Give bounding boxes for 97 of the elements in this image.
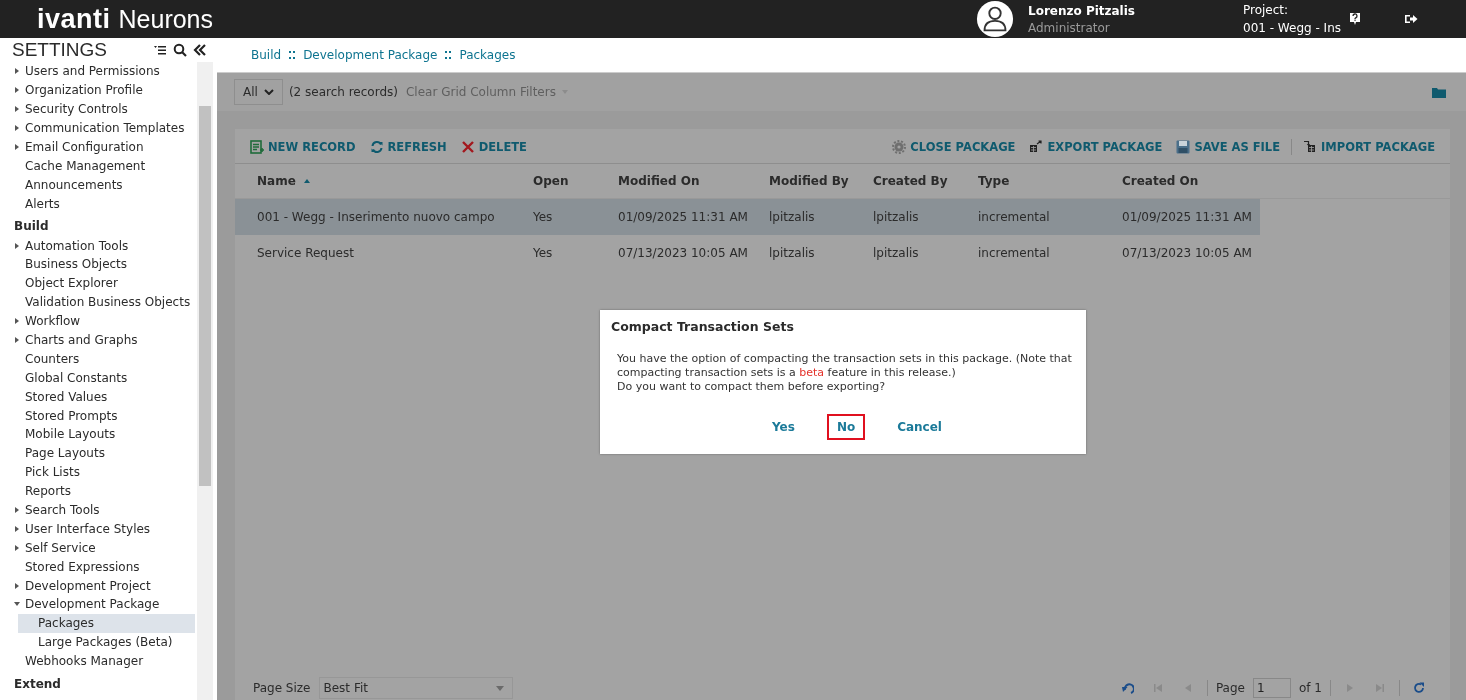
user-avatar-icon[interactable]: [976, 0, 1014, 38]
settings-title: SETTINGS: [12, 39, 108, 61]
search-icon[interactable]: [173, 43, 187, 57]
page-count: of 1: [1299, 681, 1322, 695]
sidebar-item[interactable]: Alerts: [0, 194, 197, 214]
table-cell-text: lpitzalis: [873, 210, 920, 224]
dialog-button[interactable]: Cancel: [887, 414, 952, 440]
table-cell-text: Yes: [533, 210, 554, 224]
new-record-icon[interactable]: [250, 140, 264, 154]
sidebar-item[interactable]: Global Constants: [0, 368, 197, 388]
separator-icon: [289, 49, 296, 61]
sidebar-item[interactable]: User Interface Styles: [0, 519, 197, 539]
table-cell-text: lpitzalis: [769, 246, 816, 260]
sidebar-item[interactable]: Stored Expressions: [0, 557, 197, 577]
page-label: Page: [1215, 681, 1245, 695]
column-header[interactable]: Modified On: [618, 174, 769, 188]
dialog-title: Compact Transaction Sets: [611, 319, 795, 334]
scope-dropdown[interactable]: All: [234, 79, 283, 105]
section-heading: Extend: [13, 675, 62, 693]
sidebar-item[interactable]: Organization Profile: [0, 80, 197, 100]
separator-icon: [445, 49, 452, 61]
dialog-question: Do you want to compact them before exporting?: [616, 380, 887, 394]
sidebar-item[interactable]: Mobile Layouts: [0, 425, 197, 444]
table-cell-text: lpitzalis: [769, 210, 816, 224]
project-label: Project:: [1243, 2, 1290, 19]
import-icon[interactable]: [1303, 140, 1318, 154]
table-cell-text: 01/09/2025 11:31 AM: [618, 210, 749, 224]
table-cell-text: lpitzalis: [873, 246, 920, 260]
sidebar-item[interactable]: Security Controls: [0, 99, 197, 119]
caret-icon: [495, 685, 504, 691]
table-cell-text: Service Request: [257, 246, 355, 260]
sidebar-item[interactable]: Cache Management: [0, 156, 197, 176]
sidebar-item[interactable]: Large Packages (Beta): [0, 632, 197, 652]
ivanti-neurons-logo: ivanti Neurons: [37, 3, 214, 35]
sidebar-item[interactable]: Users and Permissions: [0, 62, 197, 81]
sidebar-item[interactable]: Webhooks Manager: [0, 651, 197, 671]
sidebar-item[interactable]: Search Tools: [0, 500, 197, 520]
logout-icon[interactable]: [1404, 13, 1418, 25]
table-cell-text: 01/09/2025 11:31 AM: [1122, 210, 1253, 224]
column-header[interactable]: Modified By: [769, 174, 873, 188]
export-icon[interactable]: [1029, 140, 1044, 154]
page-number-field[interactable]: 1: [1253, 678, 1291, 698]
list-icon[interactable]: [153, 43, 167, 57]
sidebar-item[interactable]: Workflow: [0, 311, 197, 331]
chevron-down-icon[interactable]: [263, 89, 274, 95]
dialog-message: You have the option of compacting the transaction sets in this package. (Note that compacting transaction sets is a beta feature in this release.): [616, 352, 1073, 380]
table-row[interactable]: 001 - Wegg - Inserimento nuovo campo Yes 01/09/2025 11:31 AM lpitzalis lpitzalis incremental 01/09/2025 11:31 AM: [235, 199, 1260, 235]
sidebar-item[interactable]: Pick Lists: [0, 462, 197, 482]
column-header[interactable]: Type: [978, 174, 1122, 188]
table-cell-text: 07/13/2023 10:05 AM: [1122, 246, 1253, 260]
user-role: Administrator: [1028, 20, 1111, 35]
sidebar-item[interactable]: Development Package: [0, 595, 197, 614]
folder-icon[interactable]: [1432, 86, 1446, 98]
sidebar-item[interactable]: Stored Prompts: [0, 406, 197, 426]
help-icon[interactable]: [1349, 12, 1361, 26]
dialog-button[interactable]: No: [826, 414, 866, 440]
table-cell-text: incremental: [978, 246, 1051, 260]
sidebar-item[interactable]: Reports: [0, 481, 197, 501]
table-cell-text: incremental: [978, 210, 1051, 224]
table-cell-text: 07/13/2023 10:05 AM: [618, 246, 749, 260]
sidebar-item[interactable]: Self Service: [0, 538, 197, 558]
close-icon[interactable]: [460, 140, 475, 154]
table-cell-text: 001 - Wegg - Inserimento nuovo campo: [257, 210, 496, 224]
sidebar-item[interactable]: Counters: [0, 349, 197, 369]
column-header[interactable]: Open: [533, 174, 618, 188]
sidebar-item[interactable]: Announcements: [0, 175, 197, 195]
sidebar-item[interactable]: Email Configuration: [0, 137, 197, 157]
record-count: (2 search records): [288, 85, 398, 99]
sidebar-item[interactable]: Stored Values: [0, 387, 197, 407]
sidebar-item[interactable]: Validation Business Objects: [0, 292, 197, 312]
sidebar-item[interactable]: Object Explorer: [0, 273, 197, 293]
sidebar-item[interactable]: Development Project: [0, 576, 197, 596]
table-cell-text: Yes: [533, 246, 554, 260]
sidebar-item[interactable]: Charts and Graphs: [0, 330, 197, 350]
page-size-label: Page Size: [253, 681, 311, 695]
breadcrumb-link[interactable]: Packages: [459, 48, 516, 62]
dialog-button[interactable]: Yes: [762, 414, 805, 440]
sidebar-item[interactable]: Business Objects: [0, 255, 197, 274]
column-header[interactable]: Created On: [1122, 174, 1259, 188]
page-size-dropdown[interactable]: Best Fit: [318, 677, 513, 699]
column-header[interactable]: Name: [257, 174, 533, 188]
scrollbar[interactable]: [197, 62, 213, 700]
section-heading: Build: [13, 218, 50, 236]
collapse-icon[interactable]: [193, 43, 207, 57]
sidebar-item[interactable]: Automation Tools: [0, 236, 197, 255]
sidebar-item[interactable]: Packages: [18, 613, 195, 633]
gear-icon[interactable]: [892, 140, 907, 154]
column-header[interactable]: Created By: [873, 174, 978, 188]
breadcrumb-link[interactable]: Build: [251, 48, 282, 62]
user-name: Lorenzo Pitzalis: [1028, 3, 1136, 18]
sidebar-item[interactable]: Page Layouts: [0, 443, 197, 463]
table-row[interactable]: Service Request Yes 07/13/2023 10:05 AM lpitzalis lpitzalis incremental 07/13/2023 10:05 AM: [235, 235, 1260, 271]
refresh-icon[interactable]: [369, 140, 384, 154]
refresh-icon[interactable]: [1413, 682, 1425, 694]
breadcrumb-link[interactable]: Development Package: [303, 48, 438, 62]
undo-icon[interactable]: [1121, 682, 1134, 694]
sidebar-item[interactable]: Communication Templates: [0, 118, 197, 138]
